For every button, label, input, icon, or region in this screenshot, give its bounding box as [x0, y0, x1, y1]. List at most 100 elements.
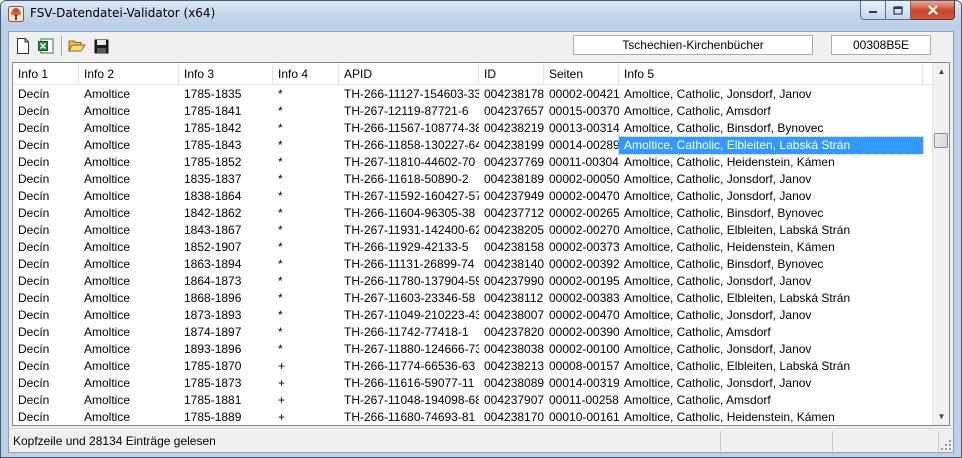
- column-header-apid[interactable]: APID: [339, 63, 479, 85]
- cell-info1: Decín: [18, 172, 50, 186]
- close-icon: [927, 5, 938, 15]
- records-table[interactable]: Info 1 Info 2 Info 3 Info 4 APID ID Seiten Info…: [12, 62, 950, 426]
- table-row[interactable]: Decín Amoltice 1835-1837 * TH-266-11618-5089…: [13, 171, 933, 188]
- cell-info5: Amoltice, Catholic, Heidenstein, Kámen: [624, 240, 835, 254]
- cell-info4: *: [278, 291, 283, 305]
- table-row[interactable]: Decín Amoltice 1785-1835 * TH-266-11127-1546…: [13, 86, 933, 103]
- column-header-id[interactable]: ID: [479, 63, 544, 85]
- table-row[interactable]: Decín Amoltice 1785-1870 + TH-266-11774-6653…: [13, 358, 933, 375]
- cell-info2: Amoltice: [84, 172, 131, 186]
- cell-id: 004238178: [484, 87, 544, 101]
- new-file-button[interactable]: [13, 36, 33, 56]
- cell-info1: Decín: [18, 223, 50, 237]
- column-header-info3[interactable]: Info 3: [179, 63, 273, 85]
- table-row[interactable]: Decín Amoltice 1843-1867 * TH-267-11931-1424…: [13, 222, 933, 239]
- cell-apid: TH-266-11742-77418-1: [344, 325, 469, 339]
- cell-info4: *: [278, 274, 283, 288]
- open-button[interactable]: [67, 36, 87, 56]
- cell-info1: Decín: [18, 257, 50, 271]
- cell-info5: Amoltice, Catholic, Jonsdorf, Janov: [624, 189, 812, 203]
- cell-info3: 1864-1873: [184, 274, 242, 288]
- table-row[interactable]: Decín Amoltice 1842-1862 * TH-266-11604-9630…: [13, 205, 933, 222]
- column-header-info4[interactable]: Info 4: [273, 63, 339, 85]
- column-header-seiten[interactable]: Seiten: [544, 63, 619, 85]
- column-header-info5[interactable]: Info 5: [619, 63, 923, 85]
- cell-id: 004238089: [484, 376, 544, 390]
- column-header-info2[interactable]: Info 2: [79, 63, 179, 85]
- table-row[interactable]: Decín Amoltice 1864-1873 * TH-266-11780-1379…: [13, 273, 933, 290]
- table-row[interactable]: Decín Amoltice 1785-1873 + TH-266-11616-5907…: [13, 375, 933, 392]
- cell-apid: TH-266-11774-66536-63: [344, 359, 476, 373]
- cell-info1: Decín: [18, 325, 50, 339]
- cell-info5: Amoltice, Catholic, Jonsdorf, Janov: [624, 376, 812, 390]
- cell-info3: 1785-1852: [184, 155, 242, 169]
- cell-seiten: 00002-00373: [549, 240, 619, 254]
- table-row[interactable]: Decín Amoltice 1863-1894 * TH-266-11131-2689…: [13, 256, 933, 273]
- cell-info1: Decín: [18, 104, 50, 118]
- table-row[interactable]: Decín Amoltice 1785-1841 * TH-267-12119-8772…: [13, 103, 933, 120]
- cell-id: 004237769: [484, 155, 544, 169]
- cell-info1: Decín: [18, 240, 50, 254]
- cell-info1: Decín: [18, 274, 50, 288]
- save-button[interactable]: [91, 36, 111, 56]
- cell-info4: *: [278, 223, 283, 237]
- scroll-down-button[interactable]: ▼: [933, 408, 949, 425]
- cell-info4: *: [278, 342, 283, 356]
- table-row[interactable]: Decín Amoltice 1873-1893 * TH-267-11049-2102…: [13, 307, 933, 324]
- table-row[interactable]: Decín Amoltice 1785-1842 * TH-266-11567-1087…: [13, 120, 933, 137]
- cell-seiten: 00002-00100: [549, 342, 619, 356]
- scrollbar-thumb[interactable]: [934, 133, 948, 148]
- cell-info1: Decín: [18, 308, 50, 322]
- cell-info5: Amoltice, Catholic, Amsdorf: [624, 393, 771, 407]
- cell-info4: +: [278, 359, 286, 373]
- minimize-button[interactable]: [860, 1, 886, 20]
- cell-seiten: 00002-00195: [549, 274, 619, 288]
- client-area: Tschechien-Kirchenbücher 00308B5E Info 1…: [8, 31, 954, 453]
- cell-apid: TH-267-11603-23346-58: [344, 291, 476, 305]
- cell-info1: Decín: [18, 138, 50, 152]
- maximize-button[interactable]: [886, 1, 911, 20]
- title-bar[interactable]: FSV-Datendatei-Validator (x64): [1, 1, 961, 27]
- export-excel-button[interactable]: [36, 36, 56, 56]
- cell-info4: *: [278, 240, 283, 254]
- scroll-up-button[interactable]: ▲: [933, 63, 949, 80]
- cell-seiten: 00002-00390: [549, 325, 619, 339]
- vertical-scrollbar[interactable]: ▲ ▼: [932, 63, 949, 425]
- cell-info4: *: [278, 155, 283, 169]
- cell-seiten: 00011-00258: [549, 393, 619, 407]
- table-row[interactable]: Decín Amoltice 1874-1897 * TH-266-11742-7741…: [13, 324, 933, 341]
- table-row[interactable]: Decín Amoltice 1785-1881 + TH-267-11048-1940…: [13, 392, 933, 409]
- column-header-info1[interactable]: Info 1: [13, 63, 79, 85]
- hex-code-field[interactable]: 00308B5E: [831, 35, 931, 55]
- cell-info3: 1868-1896: [184, 291, 242, 305]
- table-row[interactable]: Decín Amoltice 1893-1896 * TH-267-11880-1246…: [13, 341, 933, 358]
- cell-seiten: 00002-00265: [549, 206, 619, 220]
- cell-info4: +: [278, 393, 286, 407]
- cell-info3: 1785-1870: [184, 359, 242, 373]
- table-header: Info 1 Info 2 Info 3 Info 4 APID ID Seiten Info…: [13, 63, 933, 85]
- table-row[interactable]: Decín Amoltice 1852-1907 * TH-266-11929-4213…: [13, 239, 933, 256]
- table-row[interactable]: Decín Amoltice 1838-1864 * TH-267-11592-1604…: [13, 188, 933, 205]
- table-row[interactable]: Decín Amoltice 1785-1852 * TH-267-11810-4460…: [13, 154, 933, 171]
- table-row[interactable]: Decín Amoltice 1785-1843 * TH-266-11858-1302…: [13, 136, 933, 155]
- cell-info2: Amoltice: [84, 325, 131, 339]
- app-tree-icon[interactable]: [8, 6, 24, 22]
- cell-info1: Decín: [18, 121, 50, 135]
- collection-name-field[interactable]: Tschechien-Kirchenbücher: [573, 35, 813, 55]
- cell-info5: Amoltice, Catholic, Binsdorf, Bynovec: [624, 206, 824, 220]
- cell-info4: *: [278, 189, 283, 203]
- cell-info4: *: [278, 104, 283, 118]
- cell-apid: TH-266-11616-59077-11: [344, 376, 475, 390]
- cell-info4: *: [278, 308, 283, 322]
- cell-info2: Amoltice: [84, 393, 131, 407]
- cell-id: 004238199: [484, 138, 544, 152]
- cell-info2: Amoltice: [84, 121, 131, 135]
- table-row[interactable]: Decín Amoltice 1868-1896 * TH-267-11603-2334…: [13, 290, 933, 307]
- cell-info5: Amoltice, Catholic, Binsdorf, Bynovec: [624, 257, 824, 271]
- cell-id: 004238213: [484, 359, 544, 373]
- close-button[interactable]: [911, 1, 955, 20]
- toolbar-separator: [61, 36, 63, 56]
- table-row[interactable]: Decín Amoltice 1785-1889 + TH-266-11680-7469…: [13, 409, 933, 425]
- resize-grip-icon[interactable]: [940, 439, 952, 451]
- cell-info3: 1785-1889: [184, 410, 242, 424]
